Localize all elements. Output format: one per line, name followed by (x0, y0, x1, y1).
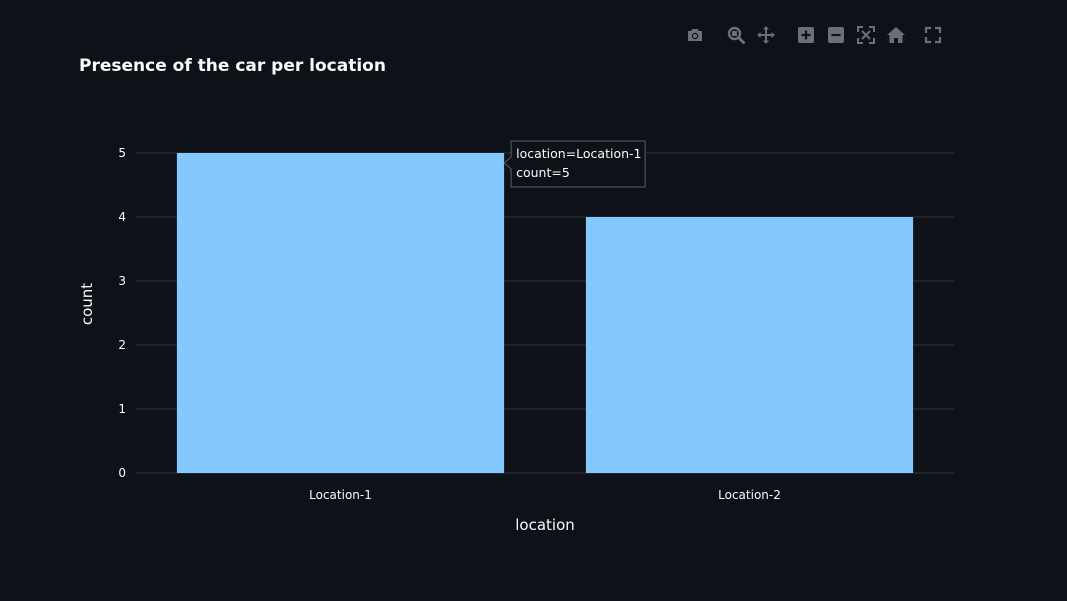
y-tick-label: 3 (118, 274, 126, 288)
x-tick-label: Location-2 (718, 488, 781, 502)
x-tick-label: Location-1 (309, 488, 372, 502)
x-axis-label: location (515, 516, 575, 534)
bar-location-1[interactable] (176, 153, 505, 473)
bars (176, 153, 914, 473)
hover-tooltip: location=Location-1 count=5 (503, 140, 646, 188)
y-tick-label: 0 (118, 466, 126, 480)
y-tick-label: 2 (118, 338, 126, 352)
y-tick-labels: 0 1 2 3 4 5 (118, 146, 126, 480)
bar-chart: 0 1 2 3 4 5 Location-1 Location-2 location cou… (78, 140, 954, 534)
bar-location-2[interactable] (585, 217, 914, 473)
tooltip-line: count=5 (516, 165, 570, 180)
y-axis-label: count (78, 283, 96, 325)
y-tick-label: 5 (118, 146, 126, 160)
y-tick-label: 4 (118, 210, 126, 224)
x-tick-labels: Location-1 Location-2 (309, 488, 781, 502)
y-tick-label: 1 (118, 402, 126, 416)
tooltip-line: location=Location-1 (516, 146, 641, 161)
